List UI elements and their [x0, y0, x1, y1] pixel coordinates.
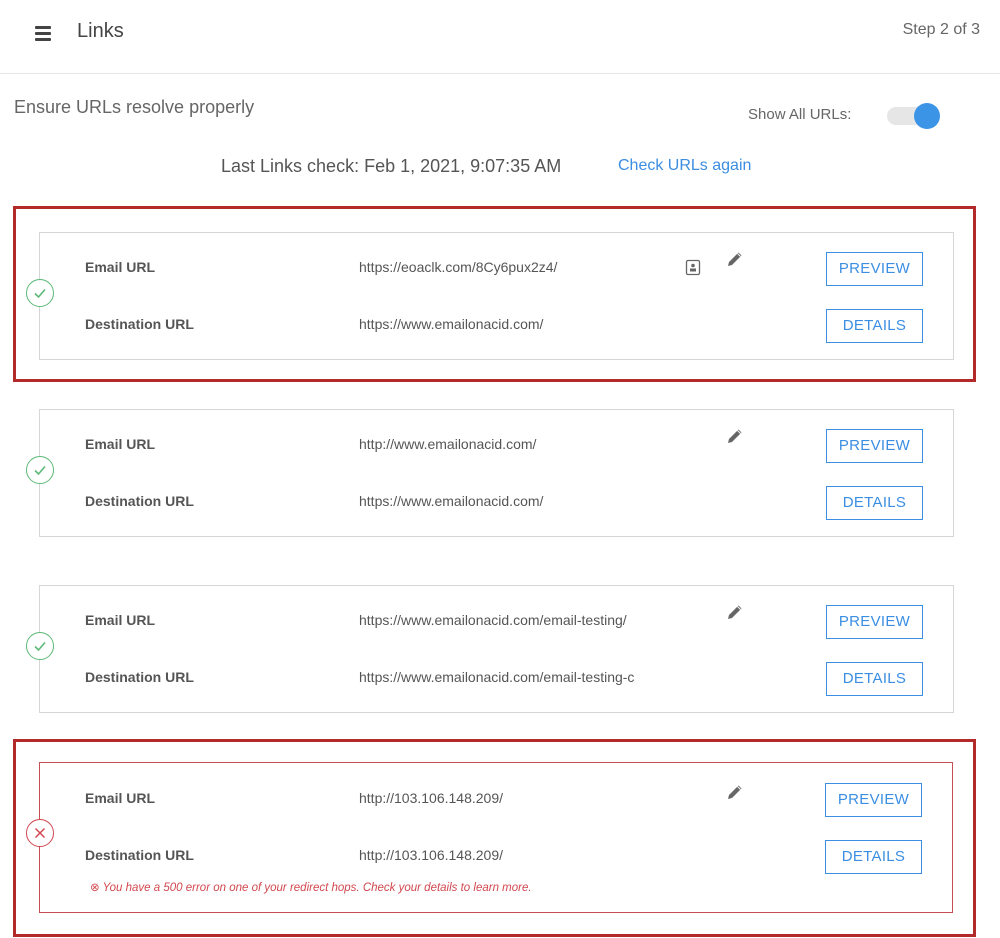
link-card-error: Email URL http://103.106.148.209/ PREVIE… — [26, 762, 953, 913]
email-url-value: http://103.106.148.209/ — [359, 790, 504, 806]
hamburger-menu-icon[interactable] — [35, 26, 51, 41]
link-card: Email URL https://www.emailonacid.com/em… — [26, 585, 954, 713]
page-title: Links — [77, 20, 124, 42]
link-card: Email URL https://eoaclk.com/8Cy6pux2z4/… — [26, 232, 954, 360]
details-button[interactable]: DETAILS — [825, 840, 922, 874]
email-url-value: http://www.emailonacid.com/ — [359, 436, 537, 452]
email-url-label: Email URL — [85, 436, 156, 452]
preview-button[interactable]: PREVIEW — [826, 605, 923, 639]
destination-url-label: Destination URL — [85, 847, 194, 863]
preview-button[interactable]: PREVIEW — [826, 252, 923, 286]
check-urls-again-link[interactable]: Check URLs again — [618, 157, 751, 175]
destination-url-value: https://www.emailonacid.com/ — [359, 316, 544, 332]
step-indicator: Step 2 of 3 — [902, 21, 980, 38]
section-subtitle: Ensure URLs resolve properly — [14, 97, 255, 117]
email-url-label: Email URL — [85, 259, 156, 275]
details-button[interactable]: DETAILS — [826, 486, 923, 520]
pencil-icon[interactable] — [726, 427, 744, 445]
details-button[interactable]: DETAILS — [826, 662, 923, 696]
pencil-icon[interactable] — [726, 250, 744, 268]
destination-url-value: https://www.emailonacid.com/email-testin… — [359, 669, 635, 685]
destination-url-label: Destination URL — [85, 493, 194, 509]
destination-url-label: Destination URL — [85, 316, 194, 332]
copy-icon[interactable] — [685, 259, 701, 276]
error-circle-icon — [26, 819, 54, 847]
email-url-label: Email URL — [85, 612, 156, 628]
preview-button[interactable]: PREVIEW — [826, 429, 923, 463]
preview-button[interactable]: PREVIEW — [825, 783, 922, 817]
pencil-icon[interactable] — [726, 783, 744, 801]
pencil-icon[interactable] — [726, 603, 744, 621]
check-circle-icon — [26, 279, 54, 307]
email-url-label: Email URL — [85, 790, 156, 806]
email-url-value: https://eoaclk.com/8Cy6pux2z4/ — [359, 259, 558, 275]
check-circle-icon — [26, 632, 54, 660]
toggle-knob — [914, 103, 940, 129]
destination-url-label: Destination URL — [85, 669, 194, 685]
destination-url-value: https://www.emailonacid.com/ — [359, 493, 544, 509]
error-message: ⊗ You have a 500 error on one of your re… — [90, 882, 532, 894]
check-circle-icon — [26, 456, 54, 484]
show-all-urls-label: Show All URLs: — [748, 106, 852, 123]
email-url-value: https://www.emailonacid.com/email-testin… — [359, 612, 627, 628]
show-all-urls-toggle[interactable] — [887, 103, 940, 129]
link-card: Email URL http://www.emailonacid.com/ PR… — [26, 409, 954, 537]
destination-url-value: http://103.106.148.209/ — [359, 847, 504, 863]
top-bar: Links Step 2 of 3 — [0, 0, 1000, 74]
details-button[interactable]: DETAILS — [826, 309, 923, 343]
last-check-text: Last Links check: Feb 1, 2021, 9:07:35 A… — [221, 156, 562, 176]
